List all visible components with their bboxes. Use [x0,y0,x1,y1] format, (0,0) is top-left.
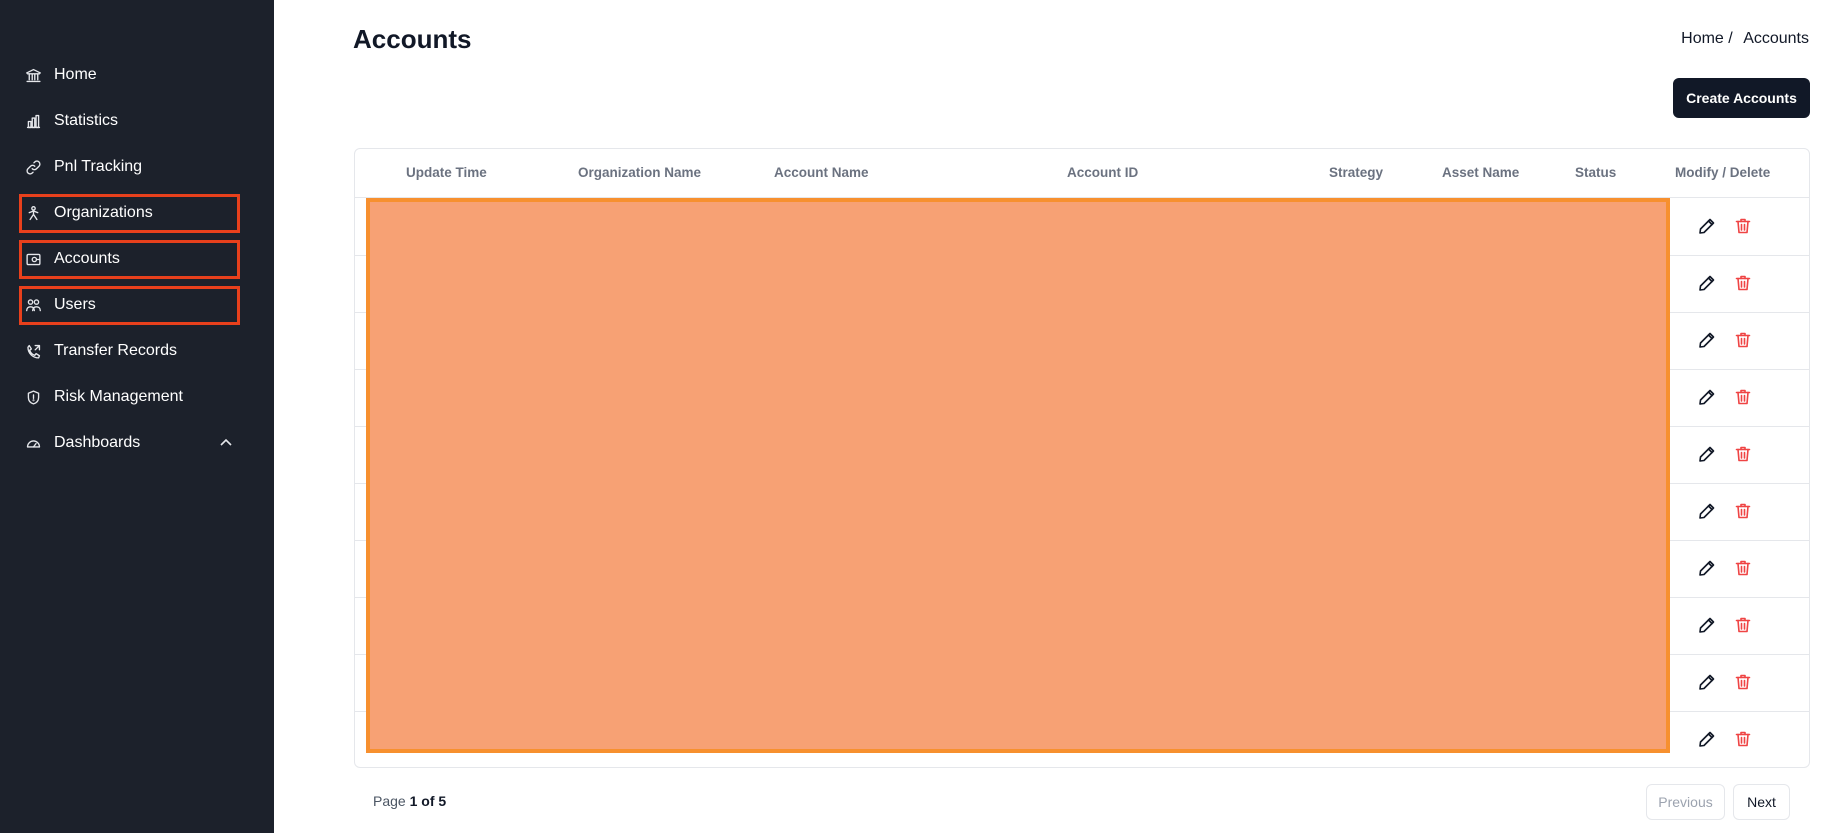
sidebar-item-risk-management[interactable]: Risk Management [24,379,234,415]
delete-icon[interactable] [1733,273,1753,293]
bank-icon [24,66,42,84]
delete-icon[interactable] [1733,387,1753,407]
column-header-status: Status [1575,165,1617,180]
organizations-icon [24,204,42,222]
sidebar-item-dashboards[interactable]: Dashboards [24,425,234,461]
sidebar: Home Statistics Pnl Tracking Organizatio… [0,0,274,833]
delete-icon[interactable] [1733,216,1753,236]
sidebar-item-label: Statistics [54,112,119,129]
sidebar-item-home[interactable]: Home [24,57,234,93]
sidebar-item-organizations[interactable]: Organizations [24,195,234,231]
sidebar-item-label: Home [54,66,97,83]
column-header-account-id: Account ID [1067,165,1139,180]
sidebar-item-label: Transfer Records [54,342,177,359]
previous-button[interactable]: Previous [1646,784,1725,820]
page-indicator: Page 1 of 5 [373,793,446,809]
breadcrumb: Home / Accounts [1681,30,1809,48]
sidebar-item-label: Risk Management [54,388,183,405]
edit-icon[interactable] [1697,615,1717,635]
next-button[interactable]: Next [1733,784,1790,820]
breadcrumb-current: Accounts [1743,30,1809,47]
edit-icon[interactable] [1697,330,1717,350]
edit-icon[interactable] [1697,444,1717,464]
gauge-icon [24,434,42,452]
column-header-update-time: Update Time [406,165,487,180]
users-icon [24,296,42,314]
redacted-table-content [366,198,1670,753]
edit-icon[interactable] [1697,558,1717,578]
page-count: 1 of 5 [409,793,447,809]
edit-icon[interactable] [1697,273,1717,293]
sidebar-item-pnl-tracking[interactable]: Pnl Tracking [24,149,234,185]
column-header-organization-name: Organization Name [578,165,702,180]
edit-icon[interactable] [1697,501,1717,521]
link-icon [24,158,42,176]
breadcrumb-home[interactable]: Home [1681,30,1724,48]
column-header-modify-delete: Modify / Delete [1675,165,1771,180]
chevron-up-icon[interactable] [218,435,234,451]
edit-icon[interactable] [1697,216,1717,236]
page-label: Page [373,793,406,809]
column-header-strategy: Strategy [1329,165,1384,180]
bar-chart-icon [24,112,42,130]
edit-icon[interactable] [1697,729,1717,749]
sidebar-item-label: Pnl Tracking [54,158,143,175]
delete-icon[interactable] [1733,615,1753,635]
delete-icon[interactable] [1733,330,1753,350]
sidebar-item-transfer-records[interactable]: Transfer Records [24,333,234,369]
sidebar-item-statistics[interactable]: Statistics [24,103,234,139]
delete-icon[interactable] [1733,501,1753,521]
shield-icon [24,388,42,406]
delete-icon[interactable] [1733,444,1753,464]
sidebar-item-label: Users [54,296,96,313]
sidebar-item-accounts[interactable]: Accounts [24,241,234,277]
delete-icon[interactable] [1733,558,1753,578]
edit-icon[interactable] [1697,672,1717,692]
sidebar-item-label: Dashboards [54,434,141,451]
breadcrumb-separator: / [1728,30,1733,47]
page-title: Accounts [353,24,472,54]
phone-transfer-icon [24,342,42,360]
create-accounts-button[interactable]: Create Accounts [1673,78,1810,118]
column-header-asset-name: Asset Name [1442,165,1520,180]
wallet-icon [24,250,42,268]
sidebar-item-users[interactable]: Users [24,287,234,323]
sidebar-item-label: Accounts [54,250,120,267]
delete-icon[interactable] [1733,672,1753,692]
edit-icon[interactable] [1697,387,1717,407]
delete-icon[interactable] [1733,729,1753,749]
column-header-account-name: Account Name [774,165,869,180]
sidebar-item-label: Organizations [54,204,153,221]
